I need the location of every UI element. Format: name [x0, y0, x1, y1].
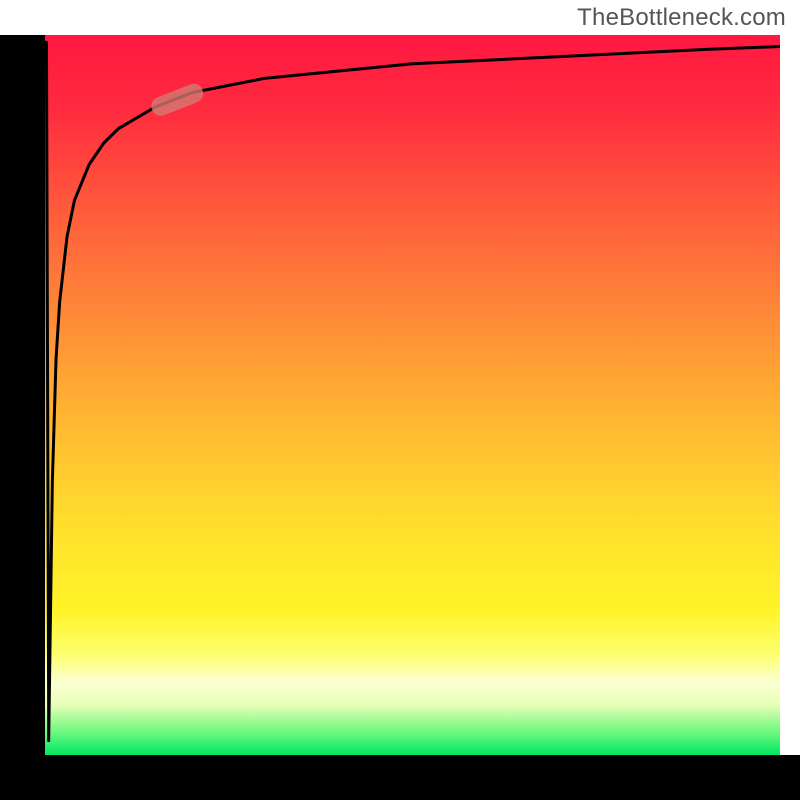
- curve-marker-icon: [149, 81, 206, 118]
- watermark-label: TheBottleneck.com: [577, 4, 786, 32]
- curve-overlay: [45, 35, 780, 755]
- y-axis-bar: [0, 35, 45, 755]
- x-axis-bar: [0, 755, 800, 800]
- chart-container: TheBottleneck.com: [0, 0, 800, 800]
- bottleneck-curve-icon: [46, 42, 780, 740]
